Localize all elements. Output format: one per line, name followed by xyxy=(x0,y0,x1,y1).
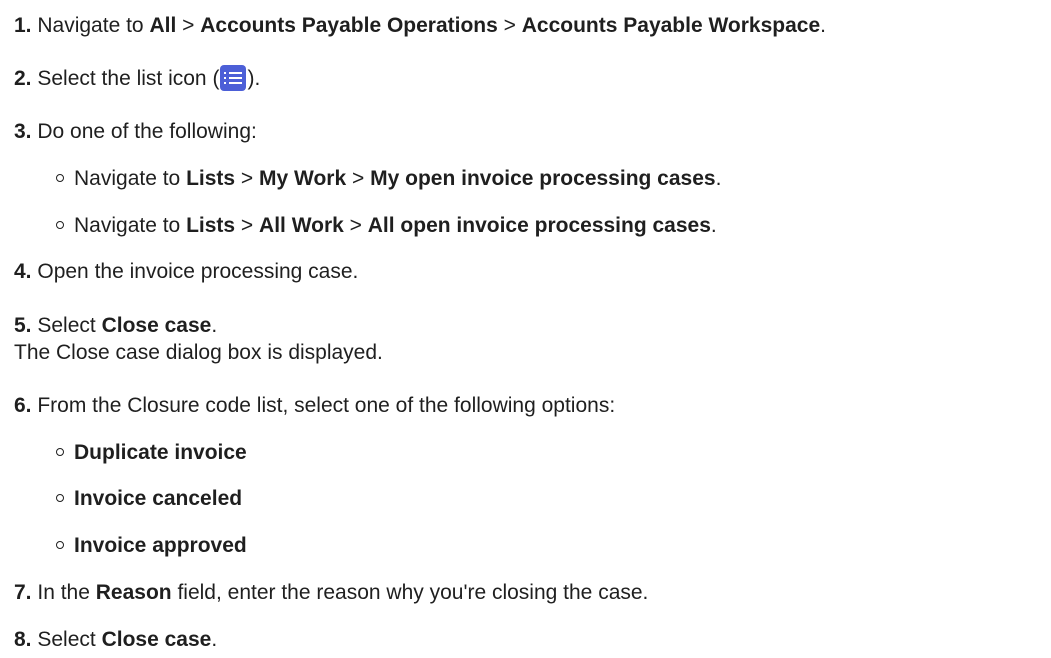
step-2: 2. Select the list icon ( ). xyxy=(14,65,260,93)
bullet-icon xyxy=(56,174,64,182)
step-4: 4. Open the invoice processing case. xyxy=(14,258,358,286)
option-duplicate-invoice: Duplicate invoice xyxy=(56,439,247,467)
step-number: 1. xyxy=(14,14,32,37)
option-my-work: Navigate to Lists > My Work > My open in… xyxy=(56,165,721,193)
separator: > xyxy=(497,14,522,37)
step-number: 3. xyxy=(14,120,32,143)
nav-all-work: All Work xyxy=(259,214,344,237)
step-number: 5. xyxy=(14,314,32,337)
step-text: Select the list icon ( xyxy=(37,67,220,90)
step-5: 5. Select Close case. xyxy=(14,314,218,337)
nav-accounts-payable-workspace: Accounts Payable Workspace xyxy=(521,14,821,37)
step-number: 4. xyxy=(14,260,32,283)
bullet-icon xyxy=(56,448,64,456)
step-8: 8. Select Close case. xyxy=(14,628,218,651)
reason-field-label: Reason xyxy=(95,581,172,604)
bullet-icon xyxy=(56,494,64,502)
step-text-end: ). xyxy=(247,67,261,90)
nav-my-open-cases: My open invoice processing cases xyxy=(370,167,716,190)
step-text: From the Closure code list, select one o… xyxy=(37,394,616,417)
step-text: Open the invoice processing case. xyxy=(37,260,359,283)
step-7: 7. In the Reason field, enter the reason… xyxy=(14,581,649,604)
option-all-work: Navigate to Lists > All Work > All open … xyxy=(56,212,717,240)
step-text: Navigate to xyxy=(37,14,150,37)
step-number: 7. xyxy=(14,581,32,604)
close-case-label: Close case xyxy=(101,314,212,337)
step-text: Select xyxy=(37,314,102,337)
step-text: Select xyxy=(37,628,102,651)
bullet-icon xyxy=(56,541,64,549)
step-1: 1. Navigate to All > Accounts Payable Op… xyxy=(14,12,826,40)
option-invoice-approved: Invoice approved xyxy=(56,532,247,560)
step-number: 8. xyxy=(14,628,32,651)
step-number: 6. xyxy=(14,394,32,417)
nav-all: All xyxy=(149,14,177,37)
nav-lists: Lists xyxy=(186,167,236,190)
step-5-result: The Close case dialog box is displayed. xyxy=(14,341,383,364)
nav-my-work: My Work xyxy=(259,167,347,190)
bullet-icon xyxy=(56,221,64,229)
separator: > xyxy=(176,14,201,37)
list-icon xyxy=(220,65,247,91)
step-3: 3. Do one of the following: xyxy=(14,118,257,146)
nav-lists: Lists xyxy=(186,214,236,237)
step-number: 2. xyxy=(14,67,32,90)
step-text: In the xyxy=(37,581,96,604)
step-text: Do one of the following: xyxy=(37,120,257,143)
nav-all-open-cases: All open invoice processing cases xyxy=(367,214,711,237)
option-invoice-canceled: Invoice canceled xyxy=(56,485,242,513)
nav-accounts-payable-operations: Accounts Payable Operations xyxy=(200,14,498,37)
step-6: 6. From the Closure code list, select on… xyxy=(14,392,615,420)
close-case-label: Close case xyxy=(101,628,212,651)
step-text-end: . xyxy=(820,14,826,37)
